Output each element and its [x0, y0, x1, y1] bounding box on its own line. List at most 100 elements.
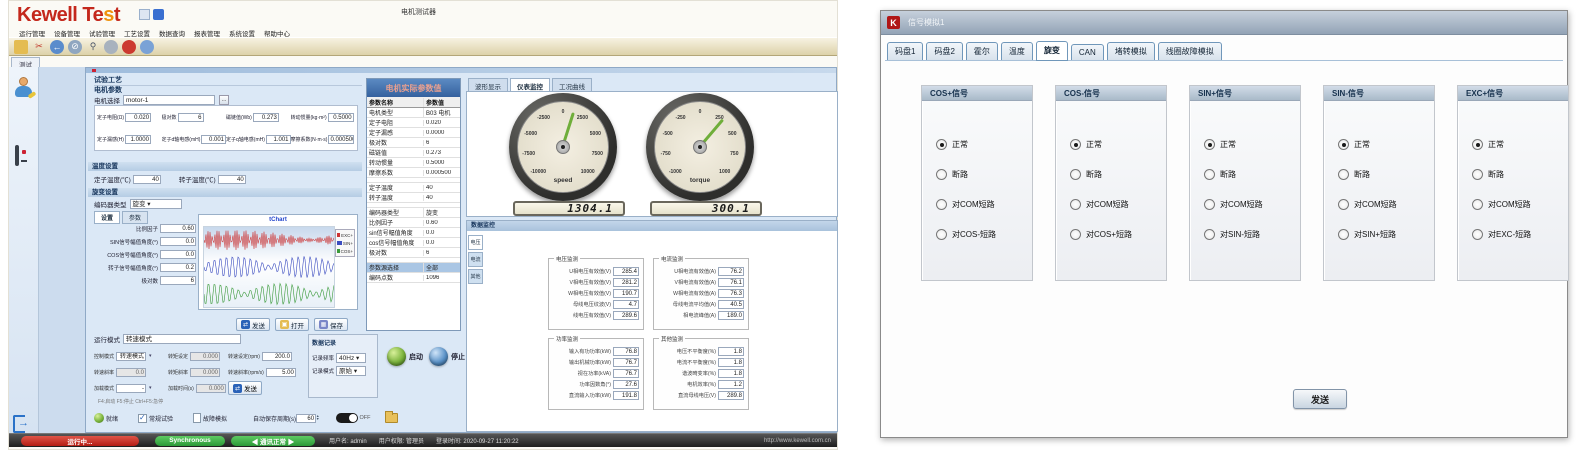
run-input[interactable]: - — [116, 384, 146, 393]
run-input[interactable]: 5.00 — [266, 368, 296, 377]
radio-option[interactable]: 对COM短路 — [1070, 197, 1166, 211]
dialog-tab[interactable]: 霍尔 — [966, 42, 998, 61]
fault-sim-doc-icon[interactable] — [193, 413, 201, 423]
logout-icon[interactable]: → — [13, 415, 33, 433]
temp-input[interactable]: 40 — [218, 175, 246, 184]
run-input[interactable]: 转速模式 — [116, 352, 146, 361]
spinner-icon[interactable]: ▲▼ — [316, 415, 319, 422]
table-row[interactable]: sin信号幅值角度 0.0 — [367, 228, 460, 238]
param-input[interactable]: 0.020 — [125, 113, 151, 122]
radio-option[interactable]: 断路 — [1338, 167, 1434, 181]
record-select[interactable]: 40Hz ▾ — [336, 353, 366, 363]
table-row[interactable]: 转子温度 40 — [367, 193, 460, 203]
encoder-input[interactable]: 0.0 — [160, 250, 196, 259]
table-row[interactable]: cos信号幅值角度 0.0 — [367, 238, 460, 248]
encoder-type-select[interactable]: 旋变 ▾ — [130, 199, 182, 209]
dialog-tab[interactable]: CAN — [1071, 44, 1104, 61]
radio-option[interactable]: 对SIN+短路 — [1338, 227, 1434, 241]
dialog-tab[interactable]: 码盘2 — [926, 42, 962, 61]
dialog-titlebar[interactable]: K 信号模拟1 — [881, 11, 1567, 35]
run-input[interactable]: 0.000 — [190, 352, 220, 361]
undo-icon[interactable]: ← — [50, 40, 64, 54]
radio-option[interactable]: 断路 — [936, 167, 1032, 181]
record-select[interactable]: 原始 ▾ — [336, 366, 366, 376]
temp-input[interactable]: 40 — [133, 175, 161, 184]
radio-option[interactable]: 正常 — [1070, 137, 1166, 151]
radio-option[interactable]: 正常 — [1204, 137, 1300, 151]
table-row[interactable]: 定子漏感 0.0000 — [367, 128, 460, 138]
send-button[interactable]: 发送 — [1293, 389, 1347, 409]
radio-option[interactable]: 断路 — [1070, 167, 1166, 181]
radio-option[interactable]: 对COM短路 — [1338, 197, 1434, 211]
radio-option[interactable]: 正常 — [936, 137, 1032, 151]
param-input[interactable]: 6 — [178, 113, 204, 122]
table-row[interactable]: 磁链值 0.273 — [367, 148, 460, 158]
block-icon[interactable]: ⊘ — [68, 40, 82, 54]
table-row[interactable]: 编码点数 1096 — [367, 273, 460, 283]
send-wave-button[interactable]: ⇄ 发送 — [236, 318, 270, 331]
dialog-tab[interactable]: 温度 — [1001, 42, 1033, 61]
run-input[interactable]: 200.0 — [262, 352, 292, 361]
param-input[interactable]: 1.0000 — [125, 135, 151, 144]
radio-option[interactable]: 对COM短路 — [1472, 197, 1568, 211]
start-button[interactable]: 启动 — [387, 347, 423, 366]
network-icon[interactable] — [140, 40, 154, 54]
table-row[interactable]: 定子温度 40 — [367, 183, 460, 193]
motor-select-input[interactable]: motor-1 — [123, 95, 215, 105]
run-input[interactable]: 0.000 — [196, 384, 226, 393]
param-input[interactable]: 1.001 — [266, 135, 291, 144]
table-row[interactable]: 参数源选择 全部 — [367, 263, 460, 273]
table-row[interactable]: 电机类型 B03 电机 — [367, 108, 460, 118]
radio-option[interactable]: 正常 — [1338, 137, 1434, 151]
table-row[interactable]: 转动惯量 0.5000 — [367, 158, 460, 168]
autosave-input[interactable]: 60 — [296, 414, 316, 423]
radio-option[interactable]: 正常 — [1472, 137, 1568, 151]
param-input[interactable]: 0.5000 — [328, 113, 354, 122]
save-button[interactable]: ▦ 保存 — [314, 318, 348, 331]
run-mode-input[interactable]: 转速模式 — [123, 334, 241, 344]
open-button[interactable]: ▣ 打开 — [275, 318, 309, 331]
close-dot-icon[interactable] — [92, 69, 96, 72]
normal-test-checkbox[interactable] — [138, 414, 147, 423]
dialog-tab[interactable]: 堵转模拟 — [1107, 42, 1155, 61]
param-input[interactable]: 0.273 — [253, 113, 279, 122]
open-folder-icon[interactable] — [14, 40, 28, 54]
param-input[interactable]: 0.000500 — [328, 135, 354, 144]
table-row[interactable]: 编码器类型 旋变 — [367, 208, 460, 218]
table-row[interactable]: 定子电阻 0.020 — [367, 118, 460, 128]
user-manager-icon[interactable] — [14, 77, 34, 97]
radio-option[interactable]: 断路 — [1204, 167, 1300, 181]
radio-option[interactable]: 对COM短路 — [936, 197, 1032, 211]
open-record-folder-icon[interactable] — [385, 413, 398, 423]
param-input[interactable]: 0.001 — [201, 135, 226, 144]
radio-option[interactable]: 断路 — [1472, 167, 1568, 181]
encoder-input[interactable]: 0.60 — [160, 224, 196, 233]
radio-option[interactable]: 对COS+短路 — [1070, 227, 1166, 241]
cut-icon[interactable]: ✂ — [32, 40, 46, 54]
dialog-tab[interactable]: 旋变 — [1036, 41, 1068, 61]
dialog-tab[interactable]: 码盘1 — [887, 42, 923, 61]
stop-button[interactable]: 停止 — [429, 347, 465, 366]
encoder-input[interactable]: 0.0 — [160, 237, 196, 246]
table-row[interactable]: 比例因子 0.60 — [367, 218, 460, 228]
encoder-input[interactable]: 0.2 — [160, 263, 196, 272]
run-input[interactable]: 0.0 — [116, 368, 146, 377]
monitor-tab[interactable]: 电流 — [468, 252, 483, 267]
monitor-icon[interactable] — [15, 147, 33, 162]
encoder-input[interactable]: 6 — [160, 276, 196, 285]
table-row[interactable]: 摩擦系数 0.000500 — [367, 168, 460, 178]
table-row[interactable]: 极对数 6 — [367, 248, 460, 258]
stop-icon[interactable] — [122, 40, 136, 54]
monitor-tab[interactable]: 其他 — [468, 269, 483, 284]
radio-option[interactable]: 对COS-短路 — [936, 227, 1032, 241]
monitor-tab[interactable]: 电压 — [468, 235, 483, 250]
search-icon[interactable]: ⚲ — [86, 40, 100, 54]
autosave-toggle[interactable] — [336, 413, 358, 423]
globe-icon[interactable] — [104, 40, 118, 54]
send-run-button[interactable]: ⇄ 发送 — [228, 381, 262, 395]
radio-option[interactable]: 对EXC-短路 — [1472, 227, 1568, 241]
table-row[interactable]: 极对数 6 — [367, 138, 460, 148]
browse-button[interactable]: … — [219, 95, 229, 105]
run-input[interactable]: 0.000 — [190, 368, 220, 377]
dialog-tab[interactable]: 线圈故障模拟 — [1158, 42, 1222, 61]
